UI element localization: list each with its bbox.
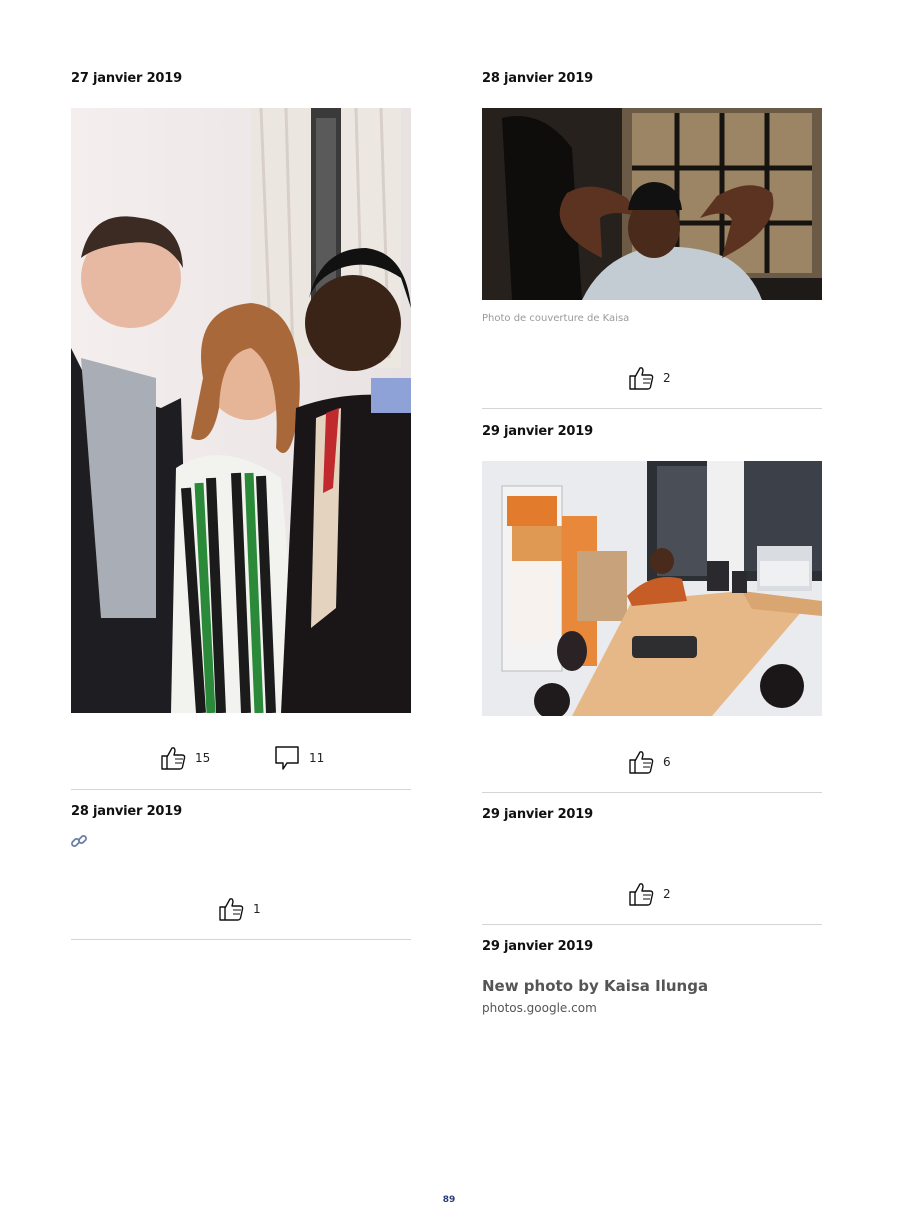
speech-bubble-icon bbox=[273, 744, 301, 772]
cover-photo-image bbox=[482, 108, 822, 300]
divider bbox=[482, 924, 822, 925]
post-photo-group-selfie[interactable] bbox=[71, 108, 411, 713]
post-date: 29 janvier 2019 bbox=[482, 807, 593, 822]
page-number: 89 bbox=[442, 1195, 456, 1205]
like-count: 2 bbox=[663, 887, 671, 901]
divider bbox=[71, 789, 411, 790]
link-chain-icon[interactable] bbox=[70, 832, 88, 855]
photo-caption: Photo de couverture de Kaisa bbox=[482, 313, 630, 324]
shared-link-title[interactable]: New photo by Kaisa Ilunga bbox=[482, 977, 708, 995]
post-date: 29 janvier 2019 bbox=[482, 939, 593, 954]
thumbs-up-icon bbox=[217, 895, 245, 923]
like-count: 15 bbox=[195, 751, 211, 765]
like-reaction[interactable]: 2 bbox=[627, 880, 671, 908]
group-selfie-image bbox=[71, 108, 411, 713]
divider bbox=[482, 408, 822, 409]
office-photo-image bbox=[482, 461, 822, 716]
divider bbox=[71, 939, 411, 940]
post-date: 28 janvier 2019 bbox=[71, 804, 182, 819]
like-reaction[interactable]: 15 bbox=[159, 744, 210, 772]
like-count: 6 bbox=[663, 755, 671, 769]
like-count: 1 bbox=[253, 902, 261, 916]
like-reaction[interactable]: 2 bbox=[627, 364, 671, 392]
post-date: 27 janvier 2019 bbox=[71, 71, 182, 86]
thumbs-up-icon bbox=[627, 748, 655, 776]
post-photo-cover[interactable] bbox=[482, 108, 822, 300]
thumbs-up-icon bbox=[627, 364, 655, 392]
thumbs-up-icon bbox=[627, 880, 655, 908]
post-photo-office[interactable] bbox=[482, 461, 822, 716]
shared-link-domain: photos.google.com bbox=[482, 1001, 597, 1015]
post-date: 28 janvier 2019 bbox=[482, 71, 593, 86]
comment-reaction[interactable]: 11 bbox=[273, 744, 324, 772]
thumbs-up-icon bbox=[159, 744, 187, 772]
divider bbox=[482, 792, 822, 793]
post-date: 29 janvier 2019 bbox=[482, 424, 593, 439]
like-count: 2 bbox=[663, 371, 671, 385]
comment-count: 11 bbox=[309, 751, 325, 765]
like-reaction[interactable]: 1 bbox=[217, 895, 261, 923]
like-reaction[interactable]: 6 bbox=[627, 748, 671, 776]
